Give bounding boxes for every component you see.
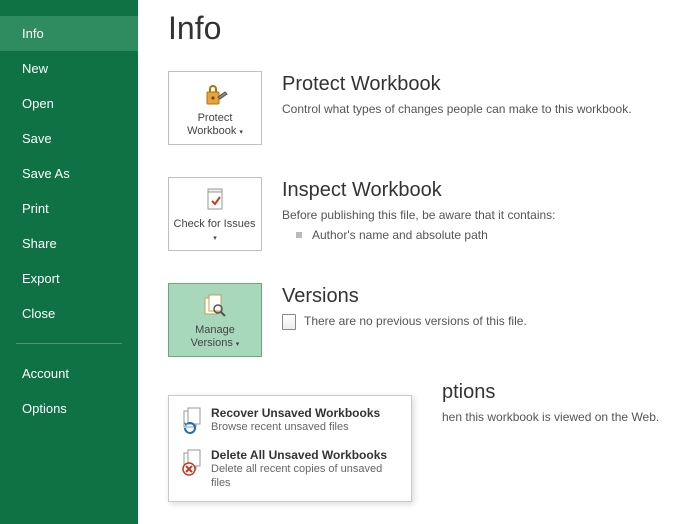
sidebar-item-info[interactable]: Info (0, 16, 138, 51)
sidebar-item-export[interactable]: Export (0, 261, 138, 296)
sidebar-item-save[interactable]: Save (0, 121, 138, 156)
inspect-bullet-text: Author's name and absolute path (312, 228, 488, 242)
chevron-down-icon: ▾ (213, 235, 217, 242)
browser-title-fragment: ptions (442, 381, 659, 404)
document-recover-icon (179, 406, 211, 436)
chevron-down-icon: ▾ (237, 129, 242, 136)
protect-desc: Control what types of changes people can… (282, 102, 632, 116)
menu-item-recover-unsaved[interactable]: Recover Unsaved Workbooks Browse recent … (169, 400, 411, 442)
chevron-down-icon: ▾ (234, 341, 239, 348)
sidebar-item-share[interactable]: Share (0, 226, 138, 261)
section-versions: Manage Versions ▾ Versions There are no … (168, 283, 690, 357)
recover-sub: Browse recent unsaved files (211, 420, 401, 434)
inspect-desc: Before publishing this file, be aware th… (282, 208, 556, 222)
versions-title: Versions (282, 285, 527, 308)
documents-magnify-icon (199, 292, 231, 320)
sidebar-item-print[interactable]: Print (0, 191, 138, 226)
versions-desc: There are no previous versions of this f… (282, 314, 527, 330)
browser-desc-fragment: hen this workbook is viewed on the Web. (442, 410, 659, 424)
protect-title: Protect Workbook (282, 73, 632, 96)
protect-workbook-button[interactable]: Protect Workbook ▾ (168, 71, 262, 145)
document-icon (282, 314, 296, 330)
manage-versions-label: Manage Versions ▾ (169, 324, 261, 349)
recover-title: Recover Unsaved Workbooks (211, 406, 401, 420)
section-protect: Protect Workbook ▾ Protect Workbook Cont… (168, 71, 690, 145)
manage-versions-button[interactable]: Manage Versions ▾ (168, 283, 262, 357)
menu-item-delete-unsaved[interactable]: Delete All Unsaved Workbooks Delete all … (169, 442, 411, 497)
document-check-icon (199, 186, 231, 214)
inspect-bullet-row: Author's name and absolute path (282, 228, 556, 242)
manage-versions-menu: Recover Unsaved Workbooks Browse recent … (168, 395, 412, 502)
document-delete-icon (179, 448, 211, 478)
bullet-icon (296, 232, 302, 238)
inspect-title: Inspect Workbook (282, 179, 556, 202)
sidebar-separator (16, 343, 122, 344)
sidebar-item-account[interactable]: Account (0, 356, 138, 391)
sidebar-item-new[interactable]: New (0, 51, 138, 86)
delete-title: Delete All Unsaved Workbooks (211, 448, 401, 462)
check-for-issues-button[interactable]: Check for Issues ▾ (168, 177, 262, 251)
sidebar-item-save-as[interactable]: Save As (0, 156, 138, 191)
sidebar-item-options[interactable]: Options (0, 391, 138, 426)
check-issues-label: Check for Issues ▾ (169, 218, 261, 243)
protect-workbook-label: Protect Workbook ▾ (169, 112, 261, 137)
delete-sub: Delete all recent copies of unsaved file… (211, 462, 401, 491)
backstage-sidebar: Info New Open Save Save As Print Share E… (0, 0, 138, 524)
sidebar-item-close[interactable]: Close (0, 296, 138, 331)
page-title: Info (168, 10, 690, 47)
section-inspect: Check for Issues ▾ Inspect Workbook Befo… (168, 177, 690, 251)
sidebar-item-open[interactable]: Open (0, 86, 138, 121)
lock-key-icon (199, 80, 231, 108)
